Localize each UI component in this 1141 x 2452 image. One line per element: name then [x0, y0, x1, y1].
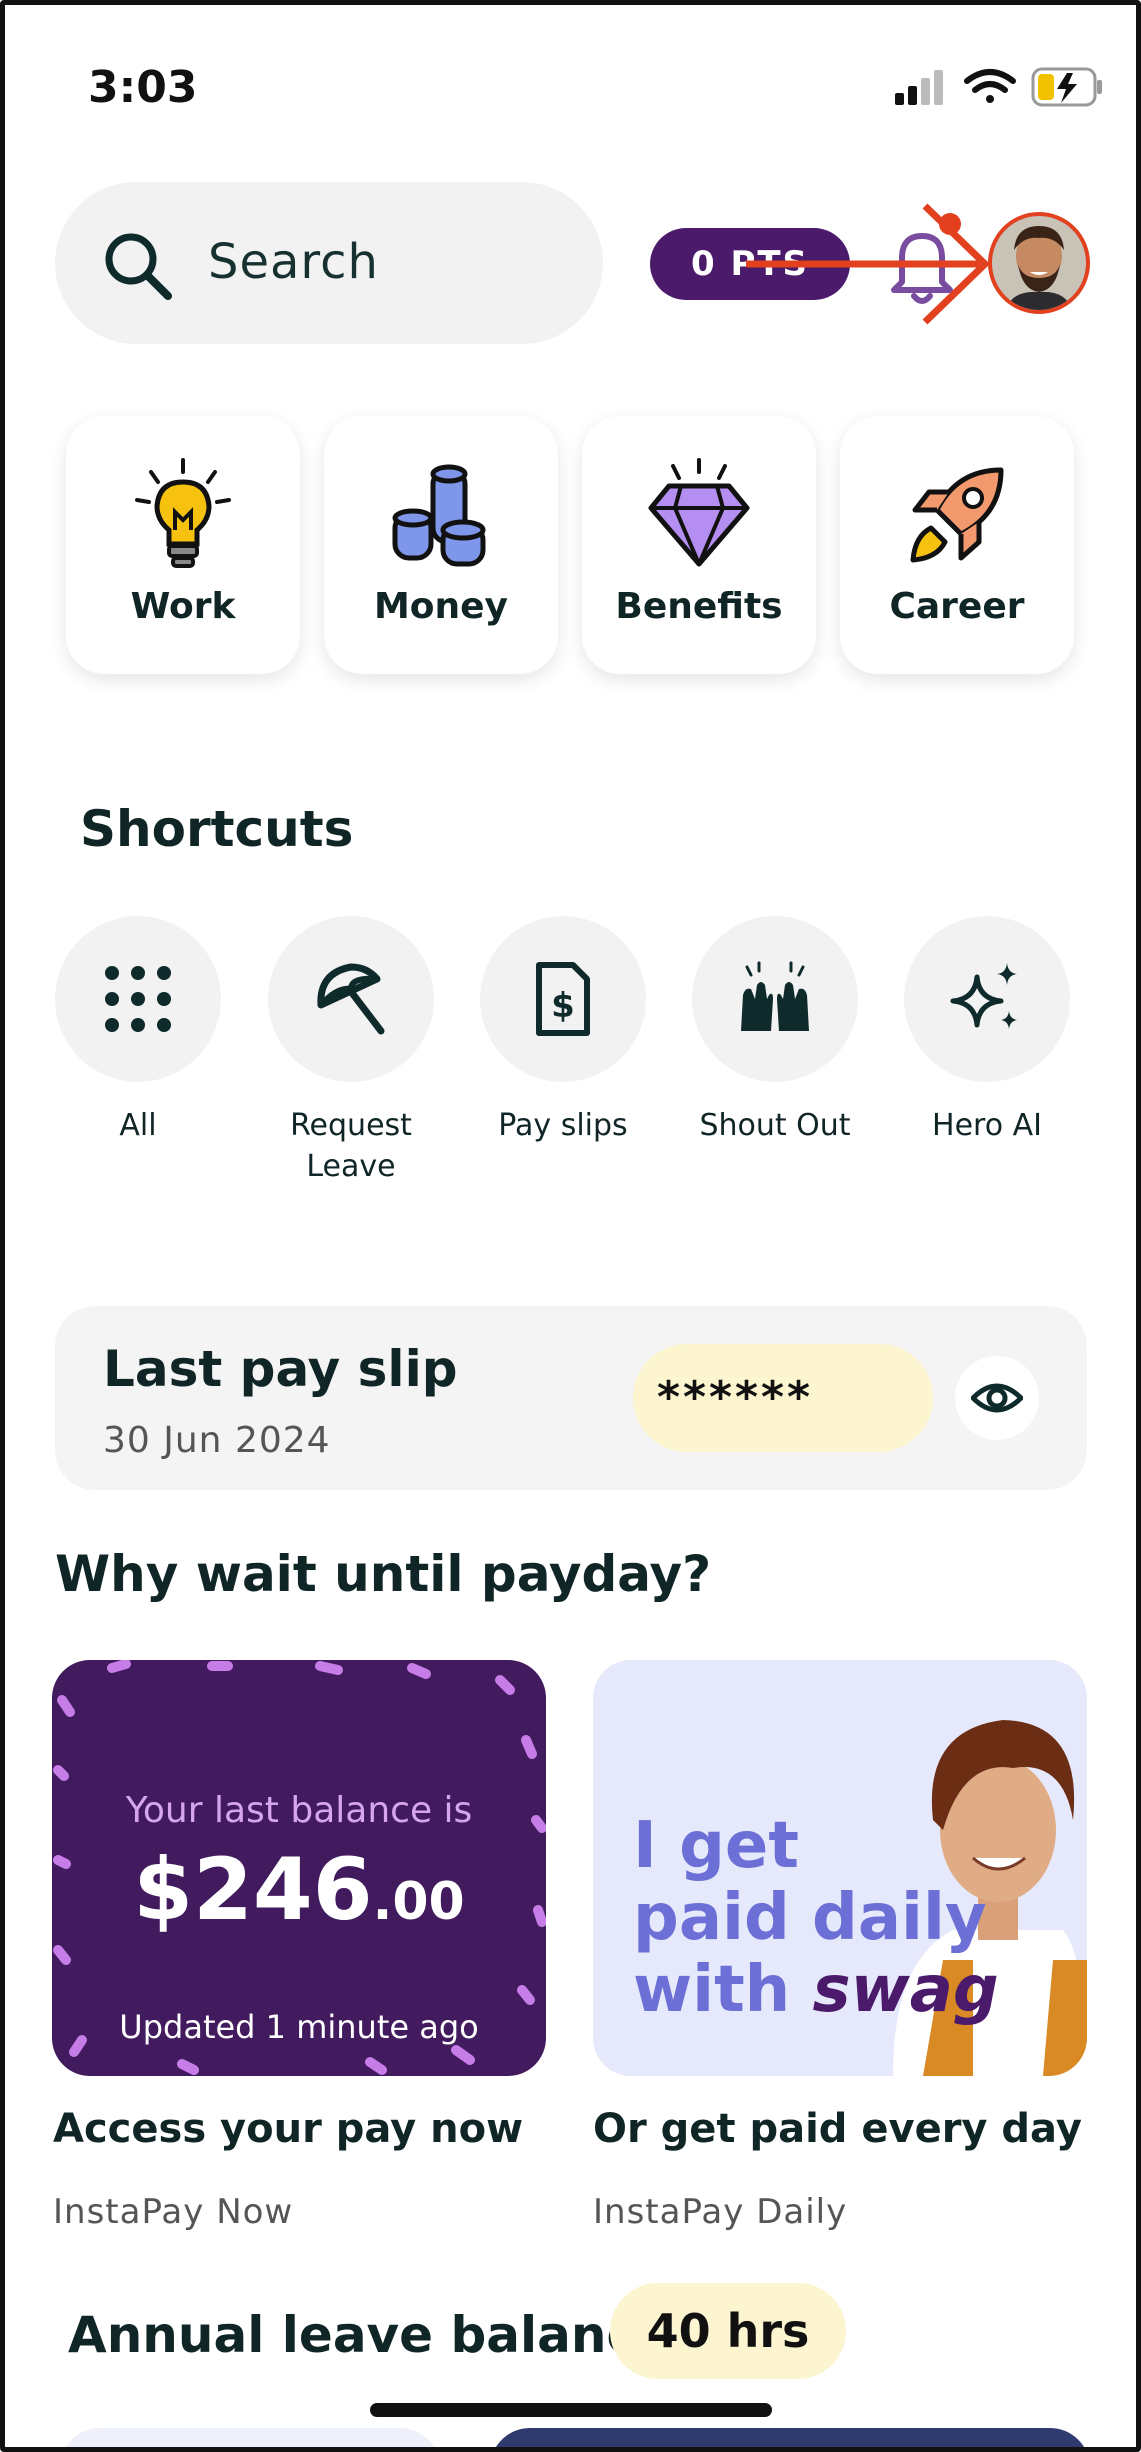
balance-amount-main: $246 — [133, 1840, 373, 1940]
shortcut-label: All — [119, 1108, 157, 1143]
shortcuts-title: Shortcuts — [80, 800, 354, 858]
category-label: Money — [373, 586, 509, 627]
wifi-icon — [964, 69, 1016, 103]
payslip-title: Last pay slip — [103, 1340, 458, 1398]
svg-text:$: $ — [551, 986, 575, 1026]
promo-text: I get paid daily with swag — [633, 1810, 999, 2026]
battery-charging-icon — [1031, 67, 1102, 107]
shortcut-label: Shout Out — [699, 1108, 851, 1143]
payslip-date: 30 Jun 2024 — [103, 1420, 331, 1461]
annual-leave-title: Annual leave balance — [68, 2306, 671, 2364]
grid-dots-icon — [105, 966, 171, 1032]
category-benefits[interactable]: Benefits — [582, 416, 816, 674]
raised-hands-icon — [741, 961, 809, 1031]
shortcut-label: Pay slips — [498, 1108, 628, 1143]
shortcut-hero-ai[interactable] — [904, 916, 1070, 1082]
search-label: Search — [208, 234, 379, 290]
instapay-now-card[interactable]: Your last balance is $246.00 Updated 1 m… — [52, 1660, 546, 2076]
payslip-masked-amount: ****** — [633, 1344, 933, 1452]
annual-leave-value: 40 hrs — [610, 2283, 846, 2379]
category-work[interactable]: Work — [66, 416, 300, 674]
balance-amount-cents: .00 — [372, 1872, 465, 1932]
category-label: Benefits — [615, 586, 783, 627]
notification-dot — [939, 213, 961, 235]
document-dollar-icon: $ — [536, 962, 590, 1036]
points-badge[interactable]: 0 PTS — [650, 228, 850, 300]
shortcut-all[interactable] — [55, 916, 221, 1082]
category-career[interactable]: Career — [840, 416, 1074, 674]
shortcut-label: Request Leave — [290, 1108, 412, 1184]
balance-label: Your last balance is — [125, 1790, 473, 1831]
category-label: Career — [889, 586, 1025, 627]
swag-logo: swag — [812, 1953, 999, 2027]
search-icon — [105, 233, 172, 300]
shortcut-pay-slips[interactable]: $ — [480, 916, 646, 1082]
eye-icon — [971, 1383, 1023, 1413]
instapay-daily-title: Or get paid every day — [593, 2106, 1082, 2152]
shortcut-shout-out[interactable] — [692, 916, 858, 1082]
show-amount-button[interactable] — [955, 1356, 1039, 1440]
status-time: 3:03 — [88, 62, 198, 113]
home-indicator — [370, 2403, 772, 2417]
diamond-icon — [648, 458, 750, 567]
promo-line-3: with — [633, 1953, 791, 2027]
coins-icon — [392, 464, 486, 567]
instapay-daily-subtitle: InstaPay Daily — [593, 2192, 848, 2232]
sparkle-icon — [950, 963, 1017, 1029]
instapay-daily-card[interactable]: I get paid daily with swag — [593, 1660, 1087, 2076]
balance-amount: $246.00 — [52, 1840, 546, 1940]
instapay-section-title: Why wait until payday? — [55, 1545, 712, 1603]
shortcut-label: Hero AI — [932, 1108, 1042, 1143]
rocket-icon — [910, 467, 1004, 563]
status-icons — [895, 67, 1102, 107]
avatar[interactable] — [988, 212, 1090, 314]
umbrella-icon — [317, 963, 385, 1035]
instapay-now-title: Access your pay now — [53, 2106, 524, 2152]
bell-icon[interactable] — [878, 212, 966, 312]
lightbulb-icon — [135, 458, 231, 568]
device-frame — [0, 0, 1141, 2452]
balance-updated: Updated 1 minute ago — [119, 2008, 479, 2046]
category-money[interactable]: Money — [324, 416, 558, 674]
category-label: Work — [130, 586, 236, 627]
shortcut-request-leave[interactable] — [268, 916, 434, 1082]
promo-line-2: paid daily — [633, 1881, 987, 1955]
instapay-now-subtitle: InstaPay Now — [53, 2192, 294, 2232]
cellular-signal-icon — [895, 70, 943, 105]
promo-line-1: I get — [633, 1809, 799, 1883]
leave-card-right[interactable] — [490, 2428, 1090, 2452]
leave-card-left[interactable] — [60, 2428, 440, 2452]
